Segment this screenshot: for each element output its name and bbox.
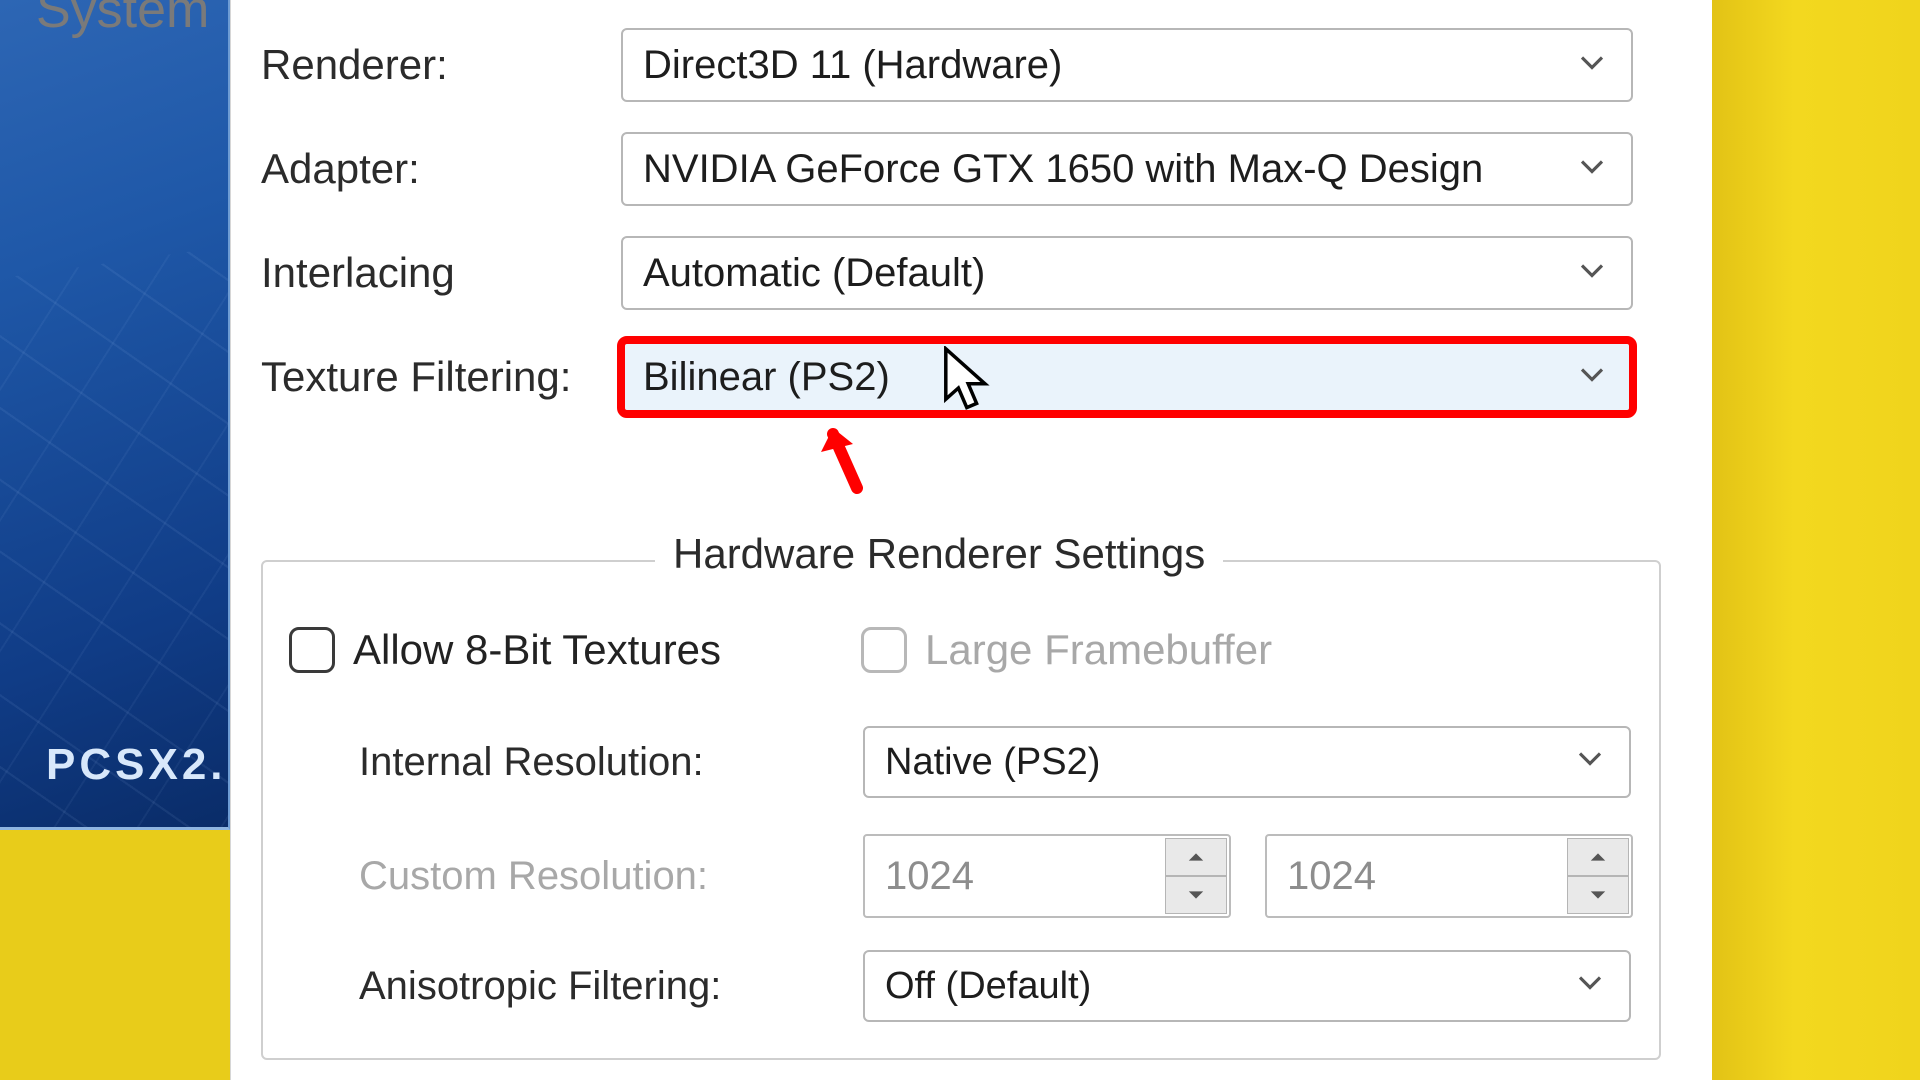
adapter-label: Adapter: bbox=[261, 145, 621, 193]
spin-down-button bbox=[1165, 876, 1227, 914]
allow-8bit-label: Allow 8-Bit Textures bbox=[353, 626, 721, 674]
anisotropic-filtering-dropdown[interactable]: Off (Default) bbox=[863, 950, 1631, 1022]
custom-resolution-width-value: 1024 bbox=[885, 854, 974, 899]
adapter-dropdown[interactable]: NVIDIA GeForce GTX 1650 with Max-Q Desig… bbox=[621, 132, 1633, 206]
custom-resolution-label: Custom Resolution: bbox=[289, 854, 769, 899]
allow-8bit-checkbox[interactable] bbox=[289, 627, 335, 673]
texture-filtering-label: Texture Filtering: bbox=[261, 353, 621, 401]
chevron-down-icon bbox=[1577, 355, 1607, 400]
internal-resolution-label: Internal Resolution: bbox=[289, 740, 769, 785]
chevron-down-icon bbox=[1575, 965, 1605, 1008]
pcsx2-main-window-fragment: PCSX2. bbox=[0, 0, 230, 830]
renderer-label: Renderer: bbox=[261, 41, 621, 89]
renderer-value: Direct3D 11 (Hardware) bbox=[643, 43, 1062, 88]
interlacing-dropdown[interactable]: Automatic (Default) bbox=[621, 236, 1633, 310]
spin-up-button bbox=[1165, 838, 1227, 876]
texture-filtering-value: Bilinear (PS2) bbox=[643, 355, 890, 400]
large-framebuffer-checkbox bbox=[861, 627, 907, 673]
chevron-down-icon bbox=[1575, 741, 1605, 784]
menu-system[interactable]: System bbox=[36, 0, 209, 40]
anisotropic-filtering-value: Off (Default) bbox=[885, 965, 1091, 1008]
chevron-down-icon bbox=[1577, 147, 1607, 192]
internal-resolution-dropdown[interactable]: Native (PS2) bbox=[863, 726, 1631, 798]
chevron-down-icon bbox=[1577, 251, 1607, 296]
pcsx2-logo-text: PCSX2. bbox=[46, 740, 227, 790]
custom-resolution-width-spinbox: 1024 bbox=[863, 834, 1231, 918]
internal-resolution-value: Native (PS2) bbox=[885, 741, 1100, 784]
custom-resolution-height-spinbox: 1024 bbox=[1265, 834, 1633, 918]
hardware-renderer-groupbox: Hardware Renderer Settings Allow 8-Bit T… bbox=[261, 560, 1661, 1060]
spin-up-button bbox=[1567, 838, 1629, 876]
chevron-down-icon bbox=[1577, 43, 1607, 88]
anisotropic-filtering-label: Anisotropic Filtering: bbox=[289, 964, 769, 1009]
adapter-value: NVIDIA GeForce GTX 1650 with Max-Q Desig… bbox=[643, 147, 1483, 192]
graphics-settings-dialog: System Renderer: Direct3D 11 (Hardware) … bbox=[230, 0, 1712, 1080]
hardware-renderer-title: Hardware Renderer Settings bbox=[655, 530, 1223, 578]
interlacing-label: Interlacing bbox=[261, 249, 621, 297]
annotation-arrow-icon bbox=[811, 420, 875, 505]
spin-down-button bbox=[1567, 876, 1629, 914]
large-framebuffer-label: Large Framebuffer bbox=[925, 626, 1272, 674]
interlacing-value: Automatic (Default) bbox=[643, 251, 985, 296]
desktop-background-right bbox=[1710, 0, 1920, 1080]
renderer-dropdown[interactable]: Direct3D 11 (Hardware) bbox=[621, 28, 1633, 102]
custom-resolution-height-value: 1024 bbox=[1287, 854, 1376, 899]
texture-filtering-dropdown[interactable]: Bilinear (PS2) bbox=[621, 340, 1633, 414]
